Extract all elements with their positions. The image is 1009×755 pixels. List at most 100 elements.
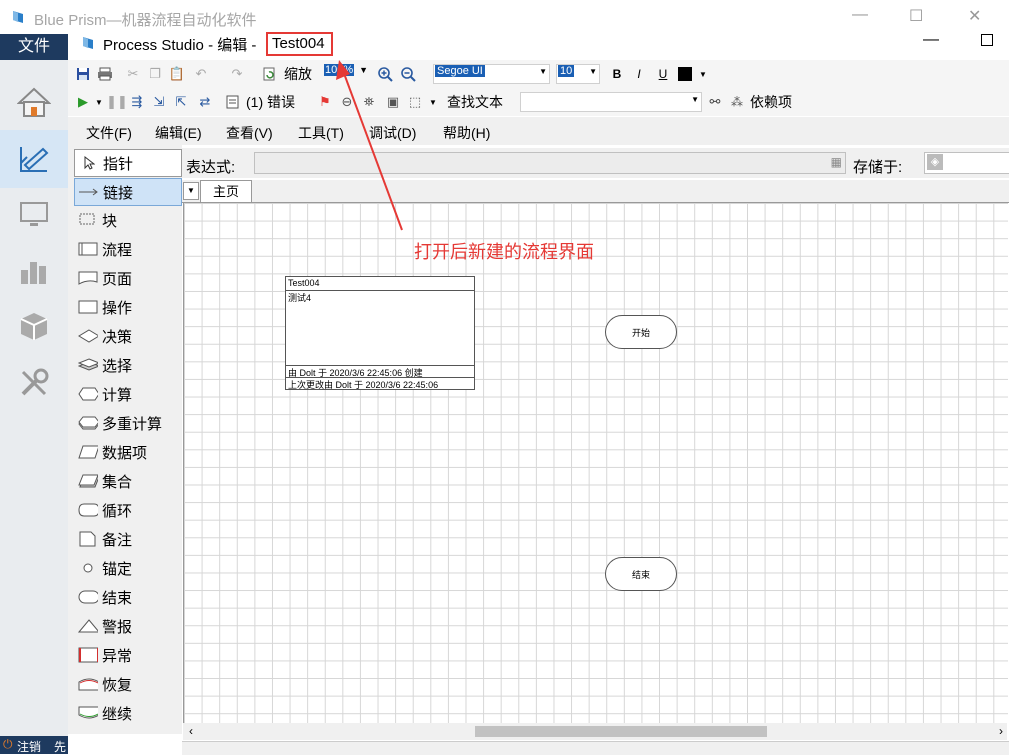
end-stage[interactable]: 结束 (605, 557, 677, 591)
store-in-input[interactable]: ◈ (924, 152, 1009, 174)
scroll-right-icon[interactable]: › (999, 724, 1003, 738)
palette-item-recover[interactable]: 恢复 (74, 671, 180, 697)
zoom-out-icon[interactable] (399, 65, 417, 83)
data-item-icon (78, 444, 98, 460)
expression-label: 表达式: (186, 159, 236, 176)
palette-item-anchor[interactable]: 锚定 (74, 555, 180, 581)
palette-item-end[interactable]: 结束 (74, 584, 180, 610)
undo-icon[interactable]: ↶ (192, 65, 210, 83)
step-out-icon[interactable]: ⇱ (172, 93, 190, 111)
palette-item-data-item[interactable]: 数据项 (74, 439, 180, 465)
process-info-box[interactable]: Test004 测试4 由 Dolt 于 2020/3/6 22:45:06 创… (285, 276, 475, 390)
print-icon[interactable] (96, 65, 114, 83)
palette-item-collection[interactable]: 集合 (74, 468, 180, 494)
binoculars-icon[interactable]: ⚯ (706, 93, 724, 111)
zoom-in-icon[interactable] (376, 65, 394, 83)
palette-item-link[interactable]: 链接 (74, 178, 182, 206)
find-text-input[interactable]: ▼ (520, 92, 702, 112)
scrollbar-thumb[interactable] (475, 726, 767, 737)
palette-item-alert[interactable]: 警报 (74, 613, 180, 639)
validate-icon[interactable] (224, 93, 242, 111)
menu-help[interactable]: 帮助(H) (443, 123, 490, 143)
home-icon[interactable] (0, 74, 68, 130)
palette-item-multi-calculation[interactable]: 多重计算 (74, 410, 180, 436)
menu-view[interactable]: 查看(V) (226, 123, 273, 143)
scroll-left-icon[interactable]: ‹ (189, 724, 193, 738)
studio-icon[interactable] (0, 130, 68, 188)
action-icon (78, 299, 98, 315)
palette-label: 集合 (102, 473, 133, 491)
palette-item-loop[interactable]: 循环 (74, 497, 180, 523)
debug-toolbar: ▶ ▼ ❚❚ ⇶ ⇲ ⇱ ⇄ (1) 错误 ⚑ ⊖ ⛯ ▣ ⬚ ▼ 查找文本 ▼… (68, 88, 1009, 116)
copy-icon[interactable]: ❐ (146, 65, 164, 83)
dependencies-icon[interactable]: ⁂ (728, 93, 746, 111)
recover-icon (78, 676, 98, 692)
release-manager-icon[interactable] (0, 298, 68, 354)
tab-main-page[interactable]: 主页 (200, 180, 252, 202)
palette-item-block[interactable]: 块 (74, 207, 180, 233)
expression-input[interactable]: ▦ (254, 152, 846, 174)
palette-item-page[interactable]: 页面 (74, 265, 180, 291)
collection-icon (78, 473, 98, 489)
window-icon[interactable]: ▣ (384, 93, 402, 111)
chevron-down-icon[interactable]: ▼ (424, 93, 442, 111)
underline-button[interactable]: U (654, 65, 672, 83)
logout-link[interactable]: 注销 (17, 738, 41, 755)
font-size-dropdown[interactable]: 10 ▼ (556, 64, 600, 84)
save-icon[interactable] (74, 65, 92, 83)
palette-label: 块 (102, 212, 118, 230)
data-item-picker-icon[interactable]: ◈ (927, 154, 943, 170)
bold-button[interactable]: B (608, 65, 626, 83)
inner-maximize-button[interactable] (981, 34, 993, 46)
chevron-down-icon[interactable]: ▼ (694, 65, 712, 83)
maximize-button[interactable]: ☐ (909, 6, 923, 26)
system-tools-icon[interactable] (0, 354, 68, 410)
annotation-text: 打开后新建的流程界面 (414, 242, 594, 262)
breakpoint-icon[interactable]: ⚑ (316, 93, 334, 111)
palette-item-decision[interactable]: 决策 (74, 323, 180, 349)
file-menu-button[interactable]: 文件 (0, 34, 68, 60)
link-stage-icon[interactable]: ⊖ (338, 93, 356, 111)
menu-edit[interactable]: 编辑(E) (155, 123, 202, 143)
italic-button[interactable]: I (630, 65, 648, 83)
page-list-dropdown[interactable]: ▼ (183, 182, 199, 200)
calculator-icon[interactable]: ▦ (831, 155, 842, 169)
object-icon[interactable]: ⛯ (360, 93, 378, 111)
palette-item-choice[interactable]: 选择 (74, 352, 180, 378)
start-stage[interactable]: 开始 (605, 315, 677, 349)
font-name-dropdown[interactable]: Segoe UI ▼ (433, 64, 550, 84)
paste-icon[interactable]: 📋 (168, 65, 186, 83)
palette-item-resume[interactable]: 继续 (74, 700, 180, 726)
menu-tools[interactable]: 工具(T) (298, 123, 344, 143)
errors-button[interactable]: (1) 错误 (246, 92, 295, 112)
layout-icon[interactable]: ⬚ (406, 93, 424, 111)
menu-file[interactable]: 文件(F) (86, 123, 132, 143)
calculation-icon (78, 386, 98, 402)
horizontal-scrollbar[interactable]: ‹ › (183, 723, 1007, 740)
store-in-label: 存储于: (853, 159, 903, 176)
reset-icon[interactable]: ⇄ (196, 93, 214, 111)
text-color-button[interactable] (676, 65, 694, 83)
dependencies-button[interactable]: 依赖项 (750, 92, 792, 112)
palette-item-action[interactable]: 操作 (74, 294, 180, 320)
block-icon (78, 212, 98, 228)
redo-icon[interactable]: ↷ (228, 65, 246, 83)
palette-item-pointer[interactable]: 指针 (74, 149, 182, 177)
process-canvas[interactable]: Test004 测试4 由 Dolt 于 2020/3/6 22:45:06 创… (183, 203, 1008, 723)
analytics-icon[interactable] (0, 242, 68, 298)
minimize-button[interactable]: — (852, 6, 868, 24)
palette-item-calculation[interactable]: 计算 (74, 381, 180, 407)
refresh-page-icon[interactable] (260, 65, 278, 83)
menu-debug[interactable]: 调试(D) (369, 123, 416, 143)
close-button[interactable]: ✕ (968, 6, 981, 26)
cut-icon[interactable]: ✂ (124, 65, 142, 83)
palette-item-note[interactable]: 备注 (74, 526, 180, 552)
zoom-dropdown[interactable]: 100% ▼ (324, 64, 368, 82)
pause-icon[interactable]: ❚❚ (106, 93, 128, 111)
inner-minimize-button[interactable]: — (923, 31, 939, 49)
step-icon[interactable]: ⇶ (128, 93, 146, 111)
palette-item-process[interactable]: 流程 (74, 236, 180, 262)
step-in-icon[interactable]: ⇲ (150, 93, 168, 111)
palette-item-exception[interactable]: 异常 (74, 642, 180, 668)
control-room-icon[interactable] (0, 186, 68, 242)
